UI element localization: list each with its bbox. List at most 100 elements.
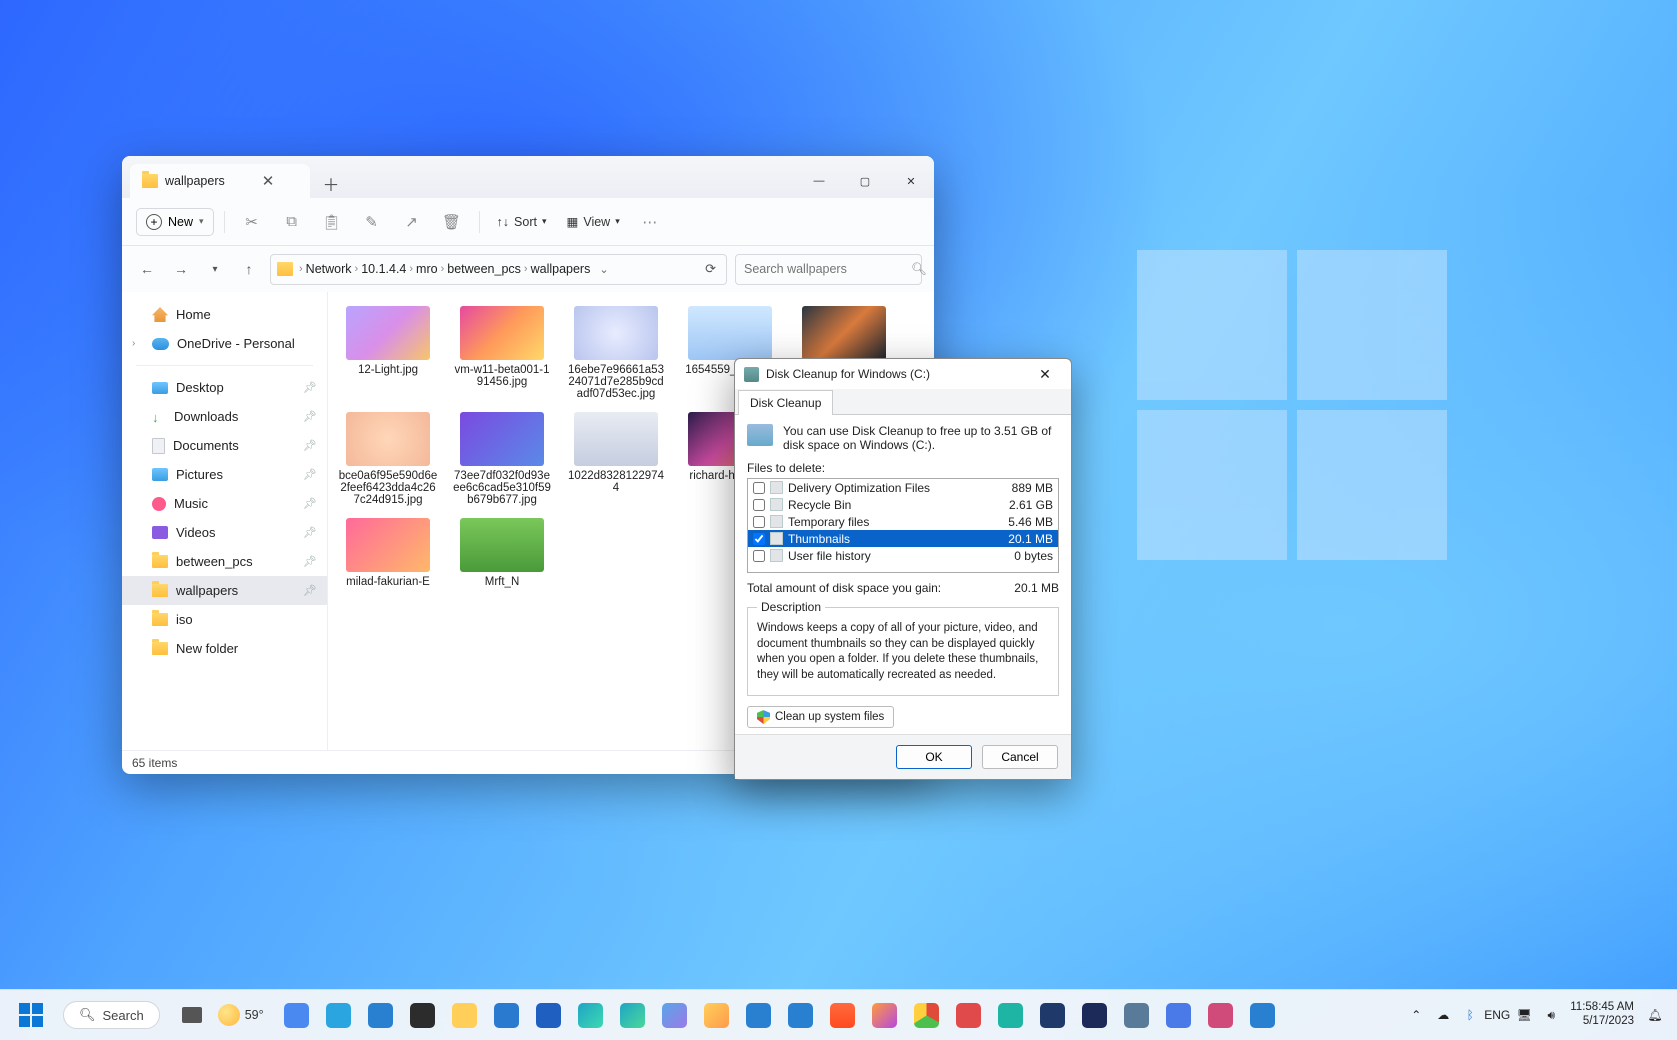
cleanup-system-files-button[interactable]: Clean up system files bbox=[747, 706, 894, 728]
refresh-button[interactable]: ⟳ bbox=[701, 261, 720, 277]
tab-close-button[interactable]: ✕ bbox=[262, 172, 275, 190]
back-button[interactable]: ← bbox=[134, 256, 160, 282]
taskbar-app-mail[interactable] bbox=[486, 994, 528, 1036]
tray-chevron[interactable]: ⌃ bbox=[1404, 996, 1428, 1034]
taskbar-app-chrome[interactable] bbox=[906, 994, 948, 1036]
weather-widget[interactable]: 59° bbox=[218, 1004, 264, 1026]
taskbar-app-vivaldi[interactable] bbox=[948, 994, 990, 1036]
breadcrumb-seg[interactable]: mro bbox=[416, 262, 438, 276]
row-checkbox[interactable] bbox=[753, 499, 765, 511]
taskbar-app-app1[interactable] bbox=[990, 994, 1032, 1036]
taskbar-app-brave[interactable] bbox=[822, 994, 864, 1036]
tray-bluetooth-icon[interactable]: ᛒ bbox=[1458, 996, 1482, 1034]
taskbar-app-app2[interactable] bbox=[1032, 994, 1074, 1036]
recent-dropdown[interactable]: ▾ bbox=[202, 256, 228, 282]
address-bar[interactable]: ›Network ›10.1.4.4 ›mro ›between_pcs ›wa… bbox=[270, 254, 727, 285]
more-button[interactable]: ⋯ bbox=[633, 205, 667, 239]
files-list[interactable]: Delivery Optimization Files889 MBRecycle… bbox=[747, 478, 1059, 573]
taskbar-app-chat[interactable] bbox=[276, 994, 318, 1036]
tray-volume-icon[interactable]: 🔊︎ bbox=[1539, 996, 1563, 1034]
chevron-right-icon[interactable]: › bbox=[132, 338, 135, 349]
taskbar-app-edge-dev[interactable] bbox=[654, 994, 696, 1036]
ok-button[interactable]: OK bbox=[896, 745, 972, 769]
new-button[interactable]: + New ▾ bbox=[136, 208, 214, 236]
taskbar-app-explorer[interactable] bbox=[444, 994, 486, 1036]
breadcrumb-seg[interactable]: between_pcs bbox=[447, 262, 521, 276]
sidebar-item-onedrive[interactable]: ›OneDrive - Personal bbox=[122, 329, 327, 358]
start-button[interactable] bbox=[10, 994, 52, 1036]
taskbar-app-firefox[interactable] bbox=[864, 994, 906, 1036]
sidebar-item-home[interactable]: Home bbox=[122, 300, 327, 329]
taskbar-app-store[interactable] bbox=[360, 994, 402, 1036]
taskbar-clock[interactable]: 11:58:45 AM 5/17/2023 bbox=[1570, 1001, 1634, 1029]
sidebar-item-pictures[interactable]: Pictures📌︎ bbox=[122, 460, 327, 489]
up-button[interactable]: ↑ bbox=[236, 256, 262, 282]
file-item[interactable]: Mrft_N bbox=[448, 514, 556, 592]
paste-button[interactable]: 📋︎ bbox=[315, 205, 349, 239]
taskbar-app-settings[interactable] bbox=[1116, 994, 1158, 1036]
dialog-titlebar[interactable]: Disk Cleanup for Windows (C:) ✕ bbox=[735, 359, 1071, 389]
taskbar-app-edge-can[interactable] bbox=[696, 994, 738, 1036]
maximize-button[interactable]: ▢ bbox=[842, 164, 888, 198]
share-button[interactable]: ↗ bbox=[395, 205, 429, 239]
sort-button[interactable]: ↑↓ Sort ▾ bbox=[490, 211, 554, 233]
breadcrumb-seg[interactable]: Network bbox=[306, 262, 352, 276]
delete-button[interactable]: 🗑︎ bbox=[435, 205, 469, 239]
file-item[interactable]: 1022d83281229744 bbox=[562, 408, 670, 510]
file-item[interactable]: vm-w11-beta001-191456.jpg bbox=[448, 302, 556, 404]
breadcrumb-seg[interactable]: wallpapers bbox=[531, 262, 591, 276]
sidebar-item-new-folder[interactable]: New folder bbox=[122, 634, 327, 663]
taskbar-app-photoshop[interactable] bbox=[1074, 994, 1116, 1036]
tray-language[interactable]: ENG bbox=[1485, 996, 1509, 1034]
search-input[interactable] bbox=[744, 262, 905, 276]
taskbar-app-snip[interactable] bbox=[1200, 994, 1242, 1036]
taskbar-app-edge[interactable] bbox=[570, 994, 612, 1036]
file-item[interactable]: bce0a6f95e590d6e2feef6423dda4c267c24d915… bbox=[334, 408, 442, 510]
cut-button[interactable]: ✂ bbox=[235, 205, 269, 239]
view-button[interactable]: ▦ View ▾ bbox=[560, 210, 627, 233]
sidebar-item-documents[interactable]: Documents📌︎ bbox=[122, 431, 327, 460]
file-item[interactable]: milad-fakurian-E bbox=[334, 514, 442, 592]
taskbar-app-terminal[interactable] bbox=[402, 994, 444, 1036]
file-item[interactable]: 73ee7df032f0d93eee6c6cad5e310f59b679b677… bbox=[448, 408, 556, 510]
row-checkbox[interactable] bbox=[753, 516, 765, 528]
breadcrumb-seg[interactable]: 10.1.4.4 bbox=[361, 262, 406, 276]
file-item[interactable]: 16ebe7e96661a5324071d7e285b9cdadf07d53ec… bbox=[562, 302, 670, 404]
minimize-button[interactable]: — bbox=[796, 164, 842, 198]
sidebar-item-music[interactable]: Music📌︎ bbox=[122, 489, 327, 518]
taskbar-app-edge-beta[interactable] bbox=[612, 994, 654, 1036]
taskbar-app-app3[interactable] bbox=[1158, 994, 1200, 1036]
cleanup-row[interactable]: Thumbnails20.1 MB bbox=[748, 530, 1058, 547]
sidebar-item-between-pcs[interactable]: between_pcs📌︎ bbox=[122, 547, 327, 576]
row-checkbox[interactable] bbox=[753, 482, 765, 494]
taskbar-app-skype[interactable] bbox=[318, 994, 360, 1036]
sidebar-item-desktop[interactable]: Desktop📌︎ bbox=[122, 373, 327, 402]
search-box[interactable]: 🔍︎ bbox=[735, 254, 922, 285]
sidebar-item-wallpapers[interactable]: wallpapers📌︎ bbox=[122, 576, 327, 605]
taskbar-app-app4[interactable] bbox=[1242, 994, 1284, 1036]
cleanup-row[interactable]: User file history0 bytes bbox=[748, 547, 1058, 564]
cancel-button[interactable]: Cancel bbox=[982, 745, 1058, 769]
tray-network-icon[interactable]: 🖥︎ bbox=[1512, 996, 1536, 1034]
tray-onedrive-icon[interactable]: ☁ bbox=[1431, 996, 1455, 1034]
copy-button[interactable]: ⧉ bbox=[275, 205, 309, 239]
cleanup-row[interactable]: Temporary files5.46 MB bbox=[748, 513, 1058, 530]
close-button[interactable]: ✕ bbox=[1028, 362, 1062, 386]
tab-disk-cleanup[interactable]: Disk Cleanup bbox=[738, 390, 833, 415]
task-view-button[interactable] bbox=[171, 994, 213, 1036]
sidebar-item-downloads[interactable]: ↓Downloads📌︎ bbox=[122, 402, 327, 431]
taskbar-app-outlook[interactable] bbox=[528, 994, 570, 1036]
cleanup-row[interactable]: Recycle Bin2.61 GB bbox=[748, 496, 1058, 513]
taskbar-app-pwa[interactable] bbox=[738, 994, 780, 1036]
explorer-tab[interactable]: wallpapers ✕ bbox=[130, 164, 310, 198]
cleanup-row[interactable]: Delivery Optimization Files889 MB bbox=[748, 479, 1058, 496]
chevron-down-icon[interactable]: ⌄ bbox=[599, 263, 608, 276]
forward-button[interactable]: → bbox=[168, 256, 194, 282]
sidebar-item-videos[interactable]: Videos📌︎ bbox=[122, 518, 327, 547]
taskbar-search[interactable]: 🔍︎Search bbox=[63, 1001, 160, 1029]
rename-button[interactable]: ✎ bbox=[355, 205, 389, 239]
new-tab-button[interactable]: ＋ bbox=[316, 168, 346, 198]
close-button[interactable]: ✕ bbox=[888, 164, 934, 198]
row-checkbox[interactable] bbox=[753, 550, 765, 562]
taskbar-app-vscode[interactable] bbox=[780, 994, 822, 1036]
